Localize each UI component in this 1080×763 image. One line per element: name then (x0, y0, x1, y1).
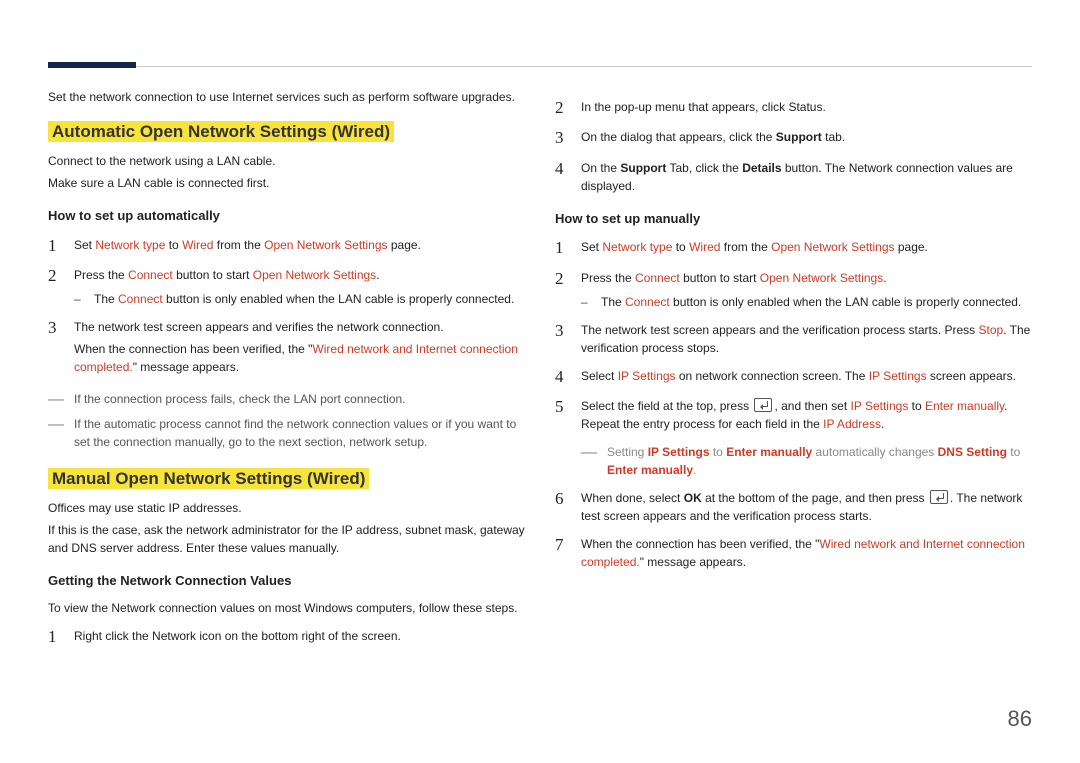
dash-icon: ― (48, 415, 64, 434)
step-body: On the dialog that appears, click the Su… (581, 128, 1032, 146)
manual-steps-cont: 6 When done, select OK at the bottom of … (555, 489, 1032, 571)
step-number: 2 (555, 269, 569, 289)
sub-note: – The Connect button is only enabled whe… (74, 290, 525, 308)
dash-icon: – (74, 290, 84, 308)
manual-desc-2: If this is the case, ask the network adm… (48, 521, 525, 557)
dash-icon: ― (48, 390, 64, 409)
step-number: 5 (555, 397, 569, 417)
right-column: 2 In the pop-up menu that appears, click… (555, 88, 1032, 657)
step-body: Select IP Settings on network connection… (581, 367, 1032, 385)
header-accent-bar (48, 62, 136, 68)
list-item: 5 Select the field at the top, press , a… (555, 397, 1032, 433)
heading-automatic: Automatic Open Network Settings (Wired) (48, 121, 394, 142)
list-item: 1 Set Network type to Wired from the Ope… (48, 236, 525, 256)
list-item: 1 Right click the Network icon on the bo… (48, 627, 525, 647)
subhead-get-values: Getting the Network Connection Values (48, 571, 525, 591)
list-item: 4 Select IP Settings on network connecti… (555, 367, 1032, 387)
step-number: 3 (555, 128, 569, 148)
dash-icon: ― (581, 443, 597, 462)
manual-desc-1: Offices may use static IP addresses. (48, 499, 525, 517)
auto-desc-1: Connect to the network using a LAN cable… (48, 152, 525, 170)
step-body: When done, select OK at the bottom of th… (581, 489, 1032, 525)
step-body: Press the Connect button to start Open N… (74, 266, 525, 308)
step-number: 2 (555, 98, 569, 118)
step-number: 2 (48, 266, 62, 286)
list-item: 2 In the pop-up menu that appears, click… (555, 98, 1032, 118)
manual-steps: 1 Set Network type to Wired from the Ope… (555, 238, 1032, 433)
footnote: ― If the connection process fails, check… (48, 390, 525, 409)
get-values-desc: To view the Network connection values on… (48, 599, 525, 617)
step-number: 1 (48, 236, 62, 256)
subhead-manual-setup: How to set up manually (555, 209, 1032, 229)
list-item: 3 The network test screen appears and ve… (48, 318, 525, 380)
step-body: Right click the Network icon on the bott… (74, 627, 525, 645)
step-number: 4 (555, 367, 569, 387)
sub-note: – The Connect button is only enabled whe… (581, 293, 1032, 311)
step-body: The network test screen appears and the … (581, 321, 1032, 357)
list-item: 2 Press the Connect button to start Open… (48, 266, 525, 308)
step-body: Press the Connect button to start Open N… (581, 269, 1032, 311)
step-body: Set Network type to Wired from the Open … (581, 238, 1032, 256)
step-number: 3 (48, 318, 62, 338)
document-page: Set the network connection to use Intern… (0, 0, 1080, 763)
step-body: On the Support Tab, click the Details bu… (581, 159, 1032, 195)
step-number: 6 (555, 489, 569, 509)
intro-text: Set the network connection to use Intern… (48, 88, 525, 106)
step-number: 7 (555, 535, 569, 555)
get-values-steps: 1 Right click the Network icon on the bo… (48, 627, 525, 647)
header-divider (48, 66, 1032, 67)
list-item: 6 When done, select OK at the bottom of … (555, 489, 1032, 525)
list-item: 3 On the dialog that appears, click the … (555, 128, 1032, 148)
content-columns: Set the network connection to use Intern… (48, 88, 1032, 657)
list-item: 4 On the Support Tab, click the Details … (555, 159, 1032, 195)
step-number: 1 (555, 238, 569, 258)
list-item: 2 Press the Connect button to start Open… (555, 269, 1032, 311)
step-body: The network test screen appears and veri… (74, 318, 525, 380)
left-column: Set the network connection to use Intern… (48, 88, 525, 657)
step-body: Select the field at the top, press , and… (581, 397, 1032, 433)
step-body: Set Network type to Wired from the Open … (74, 236, 525, 254)
footnote: ― If the automatic process cannot find t… (48, 415, 525, 451)
get-values-steps-cont: 2 In the pop-up menu that appears, click… (555, 98, 1032, 195)
step-number: 4 (555, 159, 569, 179)
auto-desc-2: Make sure a LAN cable is connected first… (48, 174, 525, 192)
list-item: 3 The network test screen appears and th… (555, 321, 1032, 357)
dash-icon: – (581, 293, 591, 311)
auto-steps: 1 Set Network type to Wired from the Ope… (48, 236, 525, 380)
page-number: 86 (1008, 702, 1032, 735)
heading-manual: Manual Open Network Settings (Wired) (48, 468, 369, 489)
step-number: 3 (555, 321, 569, 341)
enter-key-icon (754, 398, 772, 412)
subhead-auto-setup: How to set up automatically (48, 206, 525, 226)
step-body: In the pop-up menu that appears, click S… (581, 98, 1032, 116)
list-item: 1 Set Network type to Wired from the Ope… (555, 238, 1032, 258)
list-item: 7 When the connection has been verified,… (555, 535, 1032, 571)
footnote: ― Setting IP Settings to Enter manually … (581, 443, 1032, 479)
step-body: When the connection has been verified, t… (581, 535, 1032, 571)
enter-key-icon (930, 490, 948, 504)
step-number: 1 (48, 627, 62, 647)
